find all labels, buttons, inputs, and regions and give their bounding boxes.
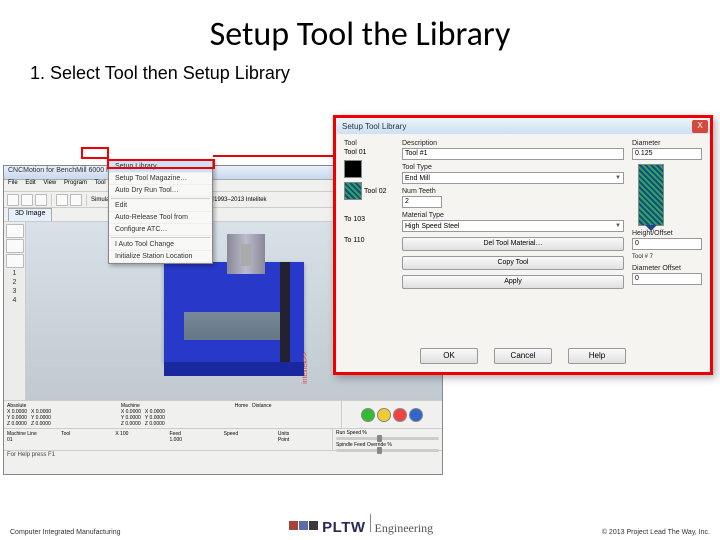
- pltw-logo: PLTW Engineering: [289, 514, 433, 536]
- menu-tool[interactable]: Tool: [95, 180, 106, 186]
- menu-edit[interactable]: Edit: [25, 180, 35, 186]
- setup-tool-library-dialog: Setup Tool Library X Tool Tool 01 Tool 0…: [333, 115, 713, 375]
- play-button[interactable]: [361, 408, 375, 422]
- logo-box-icon: [309, 521, 318, 530]
- tool-list-item[interactable]: To 110: [344, 237, 394, 244]
- sidebar-num: 1: [4, 270, 25, 277]
- stop-button[interactable]: [393, 408, 407, 422]
- instruction-text: 1. Select Tool then Setup Library: [0, 63, 720, 94]
- label-numteeth: Num Teeth: [402, 188, 624, 195]
- feed-override-slider[interactable]: [336, 449, 439, 452]
- run-speed-slider[interactable]: [336, 437, 439, 440]
- copy-tool-button[interactable]: Copy Tool: [402, 256, 624, 270]
- slide-title: Setup Tool the Library: [0, 0, 720, 63]
- tool-preview-graphic: [638, 164, 664, 226]
- del-tool-material-button[interactable]: Del Tool Material…: [402, 237, 624, 251]
- label-description: Description: [402, 140, 624, 147]
- sidebar-button[interactable]: [6, 254, 24, 268]
- close-icon[interactable]: X: [692, 120, 708, 133]
- cnc-bottom-panel: Absolute Machine HomeDistance X 0.0000X …: [4, 400, 442, 474]
- logo-box-icon: [289, 521, 298, 530]
- dialog-footer: OK Cancel Help: [336, 344, 710, 368]
- sidebar-num: 3: [4, 288, 25, 295]
- logo-eng-text: Engineering: [375, 521, 434, 536]
- highlight-setup-library: [107, 159, 215, 169]
- description-input[interactable]: Tool #1: [402, 148, 624, 160]
- screenshot-composite: CNCMotion for BenchMill 6000 Machining C…: [3, 135, 717, 485]
- control-buttons: [342, 401, 442, 428]
- sidebar-num: 4: [4, 297, 25, 304]
- toolbar-button[interactable]: [35, 194, 47, 206]
- tool-swatch-icon: [344, 182, 362, 200]
- tool-swatch-icon: [344, 160, 362, 178]
- sidebar-num: 2: [4, 279, 25, 286]
- tool-form: Description Tool #1 Tool Type End Mill▼ …: [402, 140, 624, 338]
- cnc-sidebar: 1 2 3 4: [4, 222, 26, 402]
- tool-list: Tool Tool 01 Tool 02 To 103 To 110: [344, 140, 394, 338]
- tab-3d-image[interactable]: 3D Image: [8, 208, 52, 221]
- tool-list-item[interactable]: Tool 01: [344, 149, 394, 156]
- menu-program[interactable]: Program: [64, 180, 87, 186]
- cancel-button[interactable]: Cancel: [494, 348, 552, 364]
- menu-file[interactable]: File: [8, 180, 18, 186]
- tool-list-item[interactable]: To 103: [344, 216, 394, 223]
- label-diameter: Diameter: [632, 140, 702, 147]
- diameter-input[interactable]: 0.125: [632, 148, 702, 160]
- chevron-down-icon: ▼: [615, 175, 621, 181]
- toolbar-button[interactable]: [7, 194, 19, 206]
- footer-copyright: © 2013 Project Lead The Way, Inc.: [602, 529, 710, 536]
- step-button[interactable]: [409, 408, 423, 422]
- menu-autodry[interactable]: Auto Dry Run Tool…: [109, 185, 212, 197]
- menu-view[interactable]: View: [43, 180, 56, 186]
- menu-configure-atc[interactable]: Configure ATC…: [109, 224, 212, 236]
- tool-list-item[interactable]: [344, 160, 394, 178]
- chevron-down-icon: ▼: [615, 223, 621, 229]
- logo-box-icon: [299, 521, 308, 530]
- material-select[interactable]: High Speed Steel▼: [402, 220, 624, 232]
- height-input[interactable]: 0: [632, 238, 702, 250]
- tool-list-header: Tool: [344, 140, 394, 147]
- label-tooltype: Tool Type: [402, 164, 624, 171]
- ok-button[interactable]: OK: [420, 348, 478, 364]
- callout-arrow: [213, 155, 343, 157]
- label-height: Height/Offset: [632, 230, 702, 237]
- menu-init-station[interactable]: Initialize Station Location: [109, 251, 212, 263]
- sidebar-button[interactable]: [6, 239, 24, 253]
- slide-footer: Computer Integrated Manufacturing PLTW E…: [0, 510, 720, 540]
- logo-pltw-text: PLTW: [322, 519, 365, 536]
- toolbar-button[interactable]: [70, 194, 82, 206]
- position-panel: Absolute Machine HomeDistance X 0.0000X …: [4, 401, 342, 428]
- label-diamoff: Diameter Offset: [632, 265, 702, 272]
- apply-button[interactable]: Apply: [402, 275, 624, 289]
- dialog-title: Setup Tool Library: [338, 122, 406, 131]
- tool-dropdown-menu: Setup Library… Setup Tool Magazine… Auto…: [108, 160, 213, 264]
- footer-course-name: Computer Integrated Manufacturing: [10, 529, 121, 536]
- info-panel: Machine LineTool X 100Feed SpeedUnits 01…: [4, 429, 332, 450]
- menu-setup-magazine[interactable]: Setup Tool Magazine…: [109, 173, 212, 185]
- sidebar-button[interactable]: [6, 224, 24, 238]
- label-tooln: Tool # 7: [632, 254, 702, 260]
- menu-autorelease[interactable]: Auto-Release Tool from: [109, 212, 212, 224]
- toolbar-button[interactable]: [56, 194, 68, 206]
- numteeth-input[interactable]: 2: [402, 196, 442, 208]
- tool-preview-column: Diameter 0.125 Height/Offset 0 Tool # 7 …: [632, 140, 702, 338]
- label-material: Material Type: [402, 212, 624, 219]
- menu-auto-tool-change[interactable]: I Auto Tool Change: [109, 239, 212, 251]
- help-button[interactable]: Help: [568, 348, 626, 364]
- override-panel: Run Speed % Spindle Feed Override %: [332, 429, 442, 450]
- cnc-machine-graphic: intelitek>>: [164, 262, 304, 362]
- tooltype-select[interactable]: End Mill▼: [402, 172, 624, 184]
- highlight-tool-menu: [81, 147, 109, 159]
- tool-list-item[interactable]: Tool 02: [344, 182, 394, 200]
- diamoff-input[interactable]: 0: [632, 273, 702, 285]
- toolbar-button[interactable]: [21, 194, 33, 206]
- menu-edit[interactable]: Edit: [109, 200, 212, 212]
- pause-button[interactable]: [377, 408, 391, 422]
